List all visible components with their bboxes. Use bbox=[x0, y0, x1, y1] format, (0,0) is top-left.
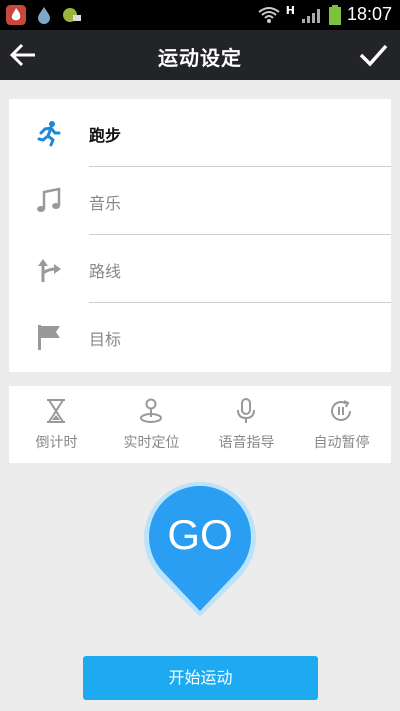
message-icon bbox=[63, 8, 81, 22]
music-note-icon bbox=[37, 187, 61, 212]
tool-label: 语音指导 bbox=[218, 435, 275, 451]
water-drop-icon bbox=[38, 7, 50, 24]
clock: 18:07 bbox=[346, 4, 392, 24]
settings-item-music[interactable]: 音乐 bbox=[9, 167, 391, 235]
runner-icon bbox=[37, 121, 61, 147]
settings-item-route[interactable]: 路线 bbox=[9, 235, 391, 303]
settings-item-goal[interactable]: 目标 bbox=[9, 303, 391, 371]
check-icon[interactable] bbox=[358, 40, 388, 70]
signal-icon bbox=[301, 8, 320, 23]
settings-item-label: 音乐 bbox=[89, 194, 122, 213]
battery-icon bbox=[328, 4, 341, 25]
notification-icons bbox=[6, 5, 82, 25]
tool-voice-guide[interactable]: 语音指导 bbox=[199, 386, 294, 463]
tool-live-location[interactable]: 实时定位 bbox=[104, 386, 199, 463]
tool-countdown[interactable]: 倒计时 bbox=[9, 386, 104, 463]
status-bar: H 18:07 bbox=[0, 0, 400, 30]
go-button[interactable]: GO bbox=[142, 481, 258, 619]
tool-label: 实时定位 bbox=[123, 435, 180, 451]
tool-label: 倒计时 bbox=[35, 435, 78, 451]
location-pin-icon bbox=[140, 398, 162, 423]
tool-auto-pause[interactable]: 自动暂停 bbox=[294, 386, 389, 463]
flag-icon bbox=[38, 325, 60, 350]
go-label: GO bbox=[167, 511, 233, 558]
title-bar: 运动设定 bbox=[0, 30, 400, 80]
microphone-icon bbox=[237, 398, 255, 423]
network-type: H bbox=[285, 4, 295, 17]
page-title: 运动设定 bbox=[158, 46, 242, 70]
settings-card: 跑步 音乐 路线 目标 bbox=[9, 99, 391, 372]
system-status: H 18:07 bbox=[258, 4, 392, 25]
tool-label: 自动暂停 bbox=[313, 435, 370, 451]
tools-bar: 倒计时 实时定位 语音指导 自动暂停 bbox=[9, 386, 391, 463]
fire-app-icon bbox=[6, 5, 26, 25]
wifi-icon bbox=[258, 6, 280, 23]
hourglass-icon bbox=[47, 399, 65, 423]
settings-item-label: 路线 bbox=[89, 262, 122, 281]
settings-item-label: 目标 bbox=[89, 330, 122, 349]
start-workout-button[interactable]: 开始运动 bbox=[83, 656, 318, 700]
pause-circle-icon bbox=[331, 400, 351, 421]
settings-item-running[interactable]: 跑步 bbox=[9, 99, 391, 167]
route-icon bbox=[38, 259, 61, 282]
settings-item-label: 跑步 bbox=[89, 126, 122, 145]
